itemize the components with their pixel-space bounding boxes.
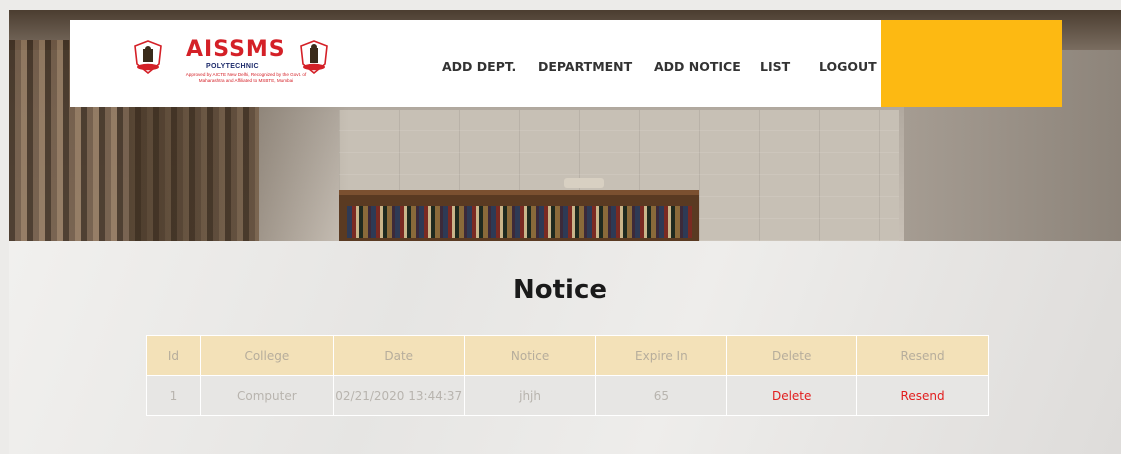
column-header-date: Date bbox=[332, 335, 465, 376]
notice-table: Id College Date Notice Expire In Delete … bbox=[146, 335, 989, 416]
column-header-college: College bbox=[199, 335, 334, 376]
cell-id: 1 bbox=[146, 375, 201, 416]
column-header-resend: Resend bbox=[856, 335, 989, 376]
site-logo[interactable]: AISSMS POLYTECHNIC Approved by AICTE New… bbox=[131, 37, 345, 88]
column-header-delete: Delete bbox=[726, 335, 858, 376]
delete-link[interactable]: Delete bbox=[726, 375, 858, 416]
cell-notice: jhjh bbox=[463, 375, 597, 416]
nav-department[interactable]: DEPARTMENT bbox=[538, 59, 632, 75]
nav-logout[interactable]: LOGOUT bbox=[819, 59, 877, 75]
brand-subtitle: POLYTECHNIC bbox=[206, 63, 259, 70]
header-accent-box bbox=[881, 20, 1062, 107]
table-header-row: Id College Date Notice Expire In Delete … bbox=[146, 335, 989, 376]
page-title: Notice bbox=[512, 275, 607, 305]
resend-link[interactable]: Resend bbox=[856, 375, 989, 416]
cell-college: Computer bbox=[199, 375, 334, 416]
table-row: 1 Computer 02/21/2020 13:44:37 jhjh 65 D… bbox=[146, 375, 989, 416]
emblem-icon bbox=[300, 40, 328, 74]
nav-list[interactable]: LIST bbox=[760, 59, 790, 75]
brand-name: AISSMS bbox=[186, 37, 286, 62]
cell-date: 02/21/2020 13:44:37 bbox=[332, 375, 465, 416]
hero-books bbox=[347, 206, 692, 238]
nav-add-notice[interactable]: ADD NOTICE bbox=[654, 59, 741, 75]
column-header-expire-in: Expire In bbox=[595, 335, 728, 376]
emblem-icon bbox=[134, 40, 162, 74]
nav-add-dept[interactable]: ADD DEPT. bbox=[442, 59, 516, 75]
column-header-id: Id bbox=[146, 335, 201, 376]
cell-expire-in: 65 bbox=[595, 375, 728, 416]
hero-lamp bbox=[564, 178, 604, 188]
column-header-notice: Notice bbox=[463, 335, 597, 376]
brand-tagline: Approved by AICTE New Delhi, Recognized … bbox=[185, 72, 307, 83]
